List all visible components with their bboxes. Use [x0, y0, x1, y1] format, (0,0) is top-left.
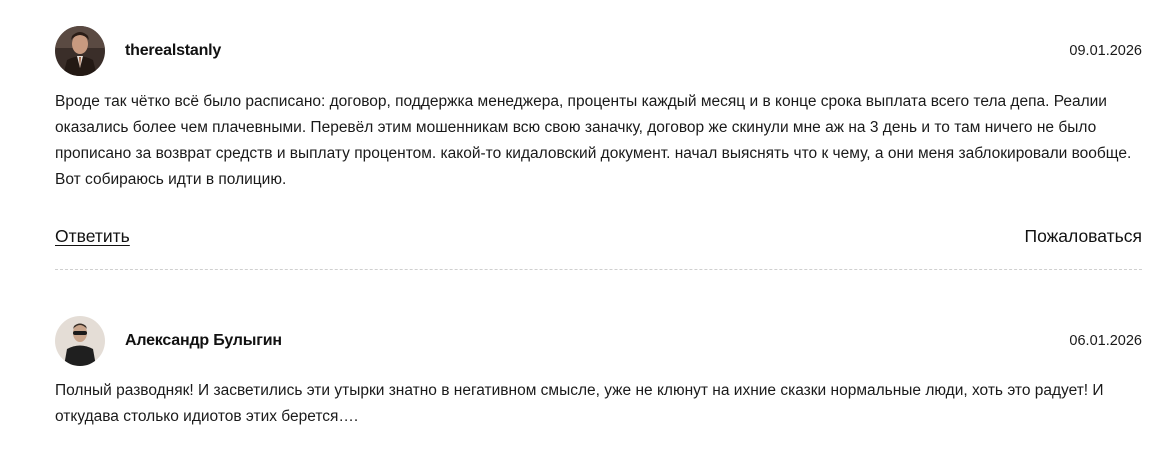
- comment-divider: [55, 269, 1142, 270]
- comment-date: 06.01.2026: [1069, 333, 1142, 349]
- reply-link[interactable]: Ответить: [55, 226, 130, 247]
- comment-header: Александр Булыгин 06.01.2026: [55, 316, 1142, 366]
- comment: Александр Булыгин 06.01.2026 Полный разв…: [55, 316, 1142, 430]
- comment-author: Александр Булыгин: [125, 332, 282, 349]
- comment-text: Вроде так чётко всё было расписано: дого…: [55, 93, 1132, 188]
- comment-text: Полный разводняк! И засветились эти утыр…: [55, 382, 1104, 425]
- comment-header: therealstanly 09.01.2026: [55, 26, 1142, 76]
- comment: therealstanly 09.01.2026 Вроде так чётко…: [55, 26, 1142, 246]
- report-link[interactable]: Пожаловаться: [1024, 226, 1142, 247]
- comment-date: 09.01.2026: [1069, 43, 1142, 59]
- avatar[interactable]: [55, 316, 105, 366]
- avatar[interactable]: [55, 26, 105, 76]
- comment-actions: Ответить Пожаловаться: [55, 226, 1142, 247]
- user-photo-icon: [55, 26, 105, 76]
- user-photo-icon: [55, 316, 105, 366]
- comment-author: therealstanly: [125, 42, 222, 59]
